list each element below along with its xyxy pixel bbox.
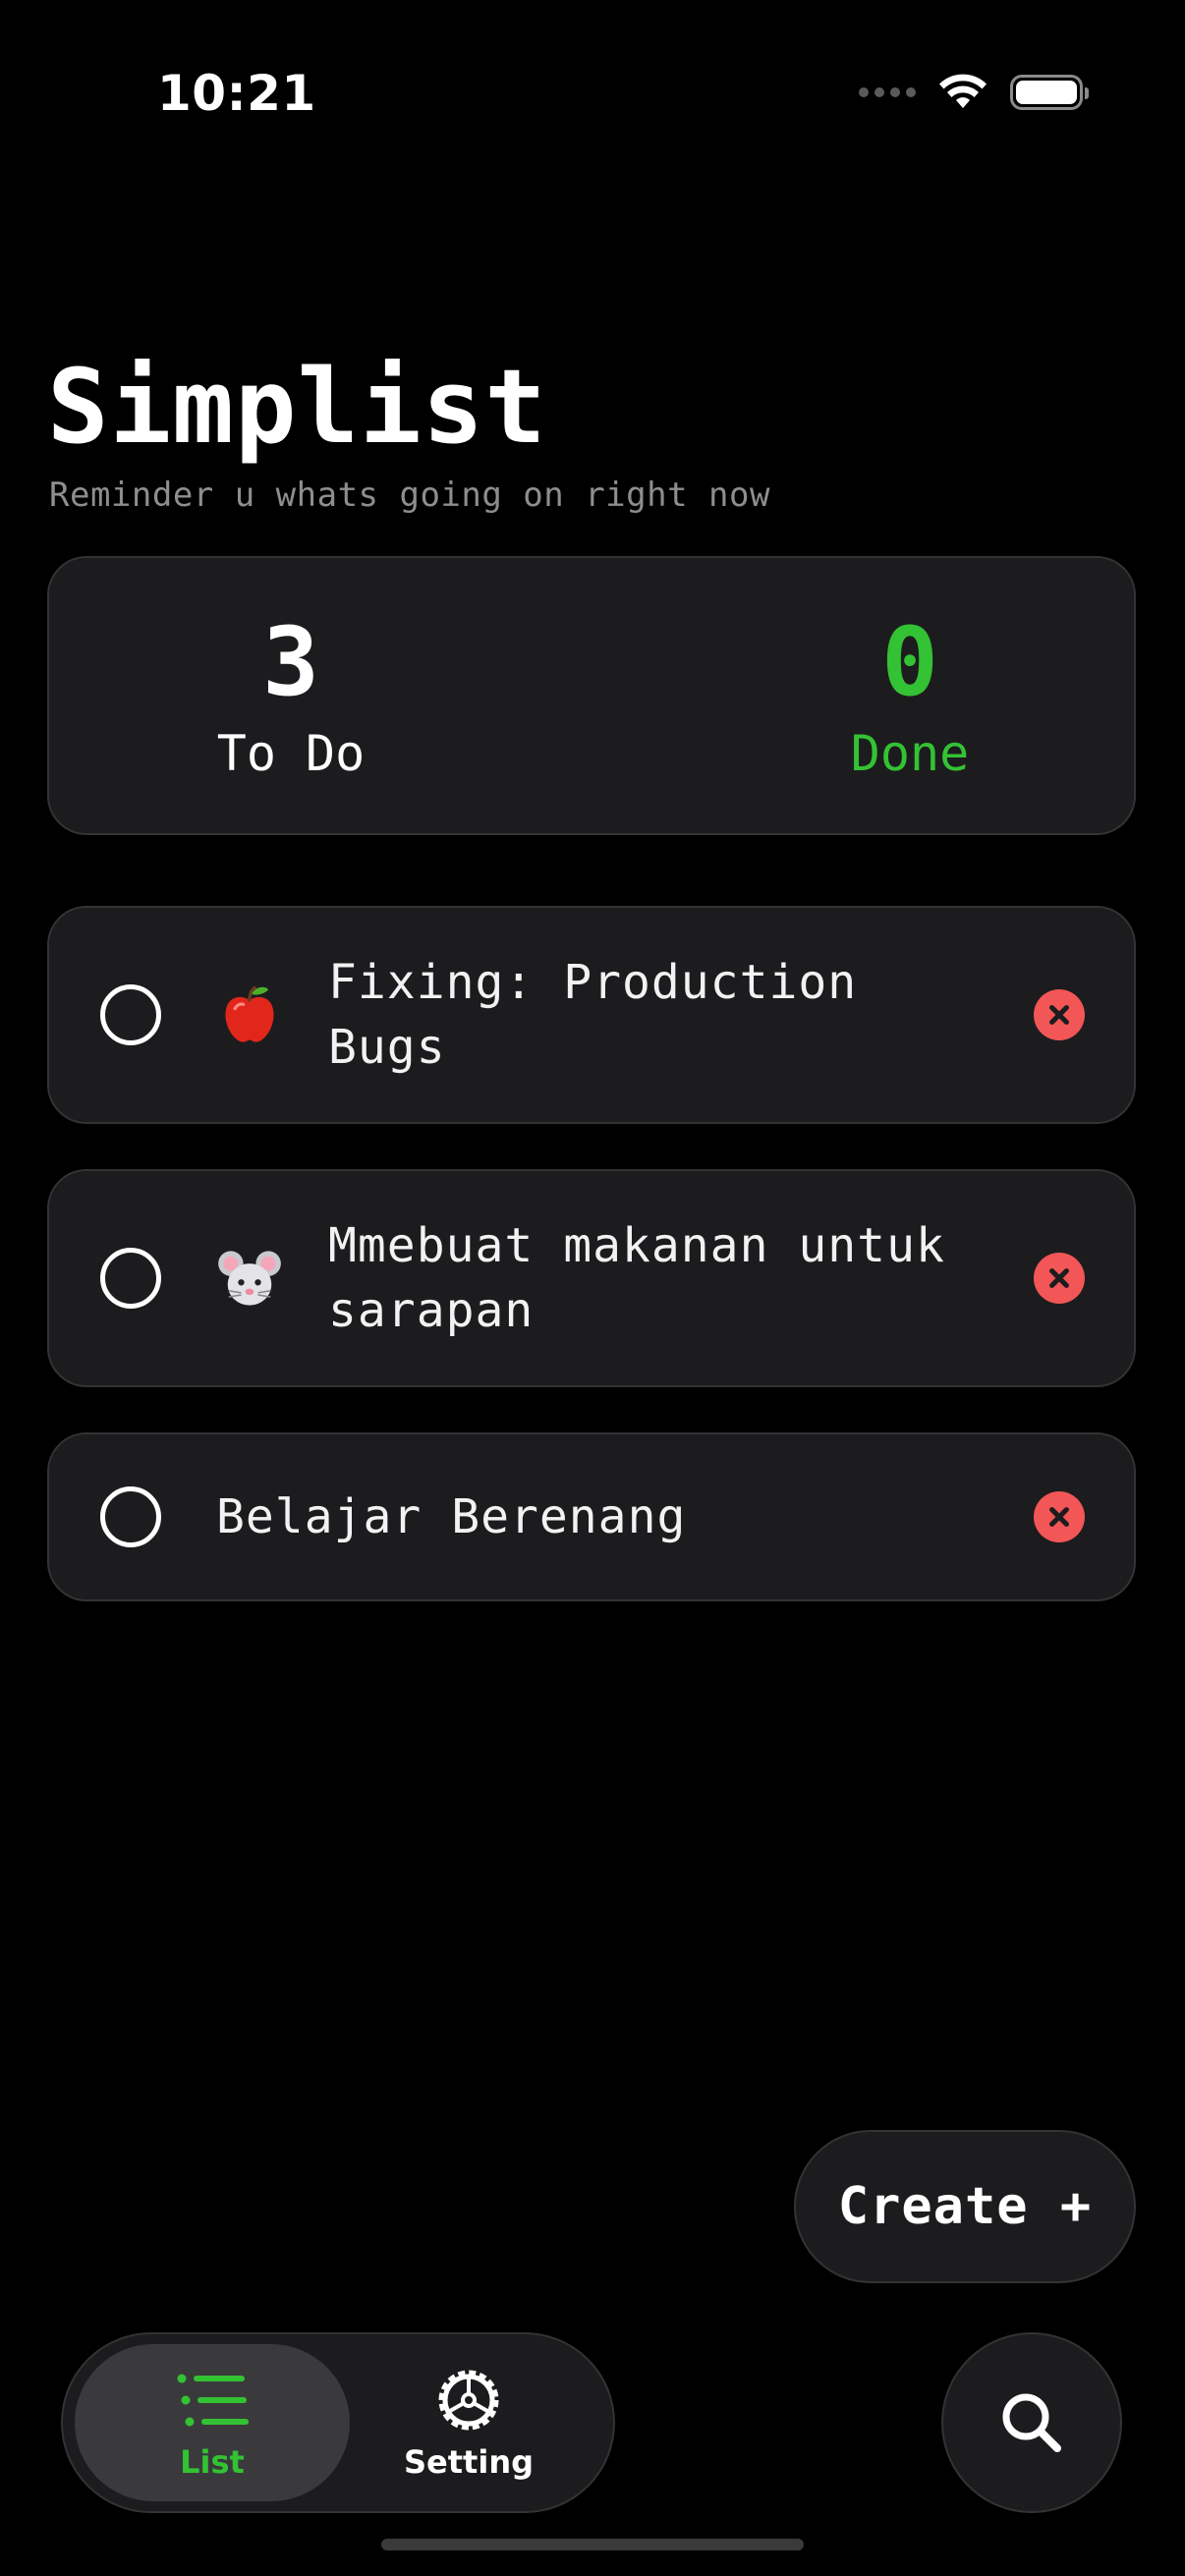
- todo-count: 3: [262, 607, 319, 717]
- done-stat: 0 Done: [782, 615, 1038, 778]
- gear-icon: [438, 2370, 499, 2431]
- task-text: Fixing: Production Bugs: [328, 955, 858, 1075]
- delete-task-button[interactable]: [1034, 1491, 1085, 1542]
- tab-setting[interactable]: Setting: [348, 2344, 590, 2501]
- home-indicator: [381, 2539, 804, 2550]
- task-card[interactable]: Mmebuat makanan untuk sarapan: [47, 1169, 1136, 1387]
- task-checkbox[interactable]: [100, 984, 161, 1045]
- battery-icon: [1010, 75, 1089, 110]
- mouse-face-icon: [218, 1251, 281, 1306]
- done-count: 0: [881, 607, 938, 717]
- search-button[interactable]: [941, 2332, 1122, 2513]
- delete-task-button[interactable]: [1034, 1253, 1085, 1304]
- tab-label: Setting: [404, 2443, 534, 2481]
- task-card[interactable]: Belajar Berenang: [47, 1432, 1136, 1601]
- task-card[interactable]: Fixing: Production Bugs: [47, 906, 1136, 1124]
- page-subtitle: Reminder u whats going on right now: [49, 476, 770, 515]
- tab-label: List: [180, 2443, 245, 2481]
- todo-label: To Do: [216, 725, 366, 782]
- task-text: Mmebuat makanan untuk sarapan: [328, 1218, 945, 1338]
- tab-list[interactable]: List: [75, 2344, 350, 2501]
- page-title: Simplist: [47, 347, 547, 467]
- delete-task-button[interactable]: [1034, 989, 1085, 1040]
- task-checkbox[interactable]: [100, 1248, 161, 1309]
- tab-bar: List Setting: [61, 2332, 615, 2513]
- task-text: Belajar Berenang: [216, 1489, 687, 1544]
- search-icon: [1002, 2393, 1061, 2452]
- status-time: 10:21: [157, 65, 316, 122]
- status-icons: [859, 73, 1089, 112]
- create-button[interactable]: Create +: [794, 2130, 1136, 2283]
- list-icon: [177, 2374, 249, 2427]
- apple-icon: [225, 985, 274, 1042]
- todo-stat: 3 To Do: [163, 615, 419, 778]
- wifi-icon: [939, 74, 987, 108]
- cellular-signal-icon: [859, 87, 916, 97]
- stats-card: 3 To Do 0 Done: [47, 556, 1136, 835]
- task-checkbox[interactable]: [100, 1486, 161, 1547]
- done-label: Done: [850, 725, 970, 782]
